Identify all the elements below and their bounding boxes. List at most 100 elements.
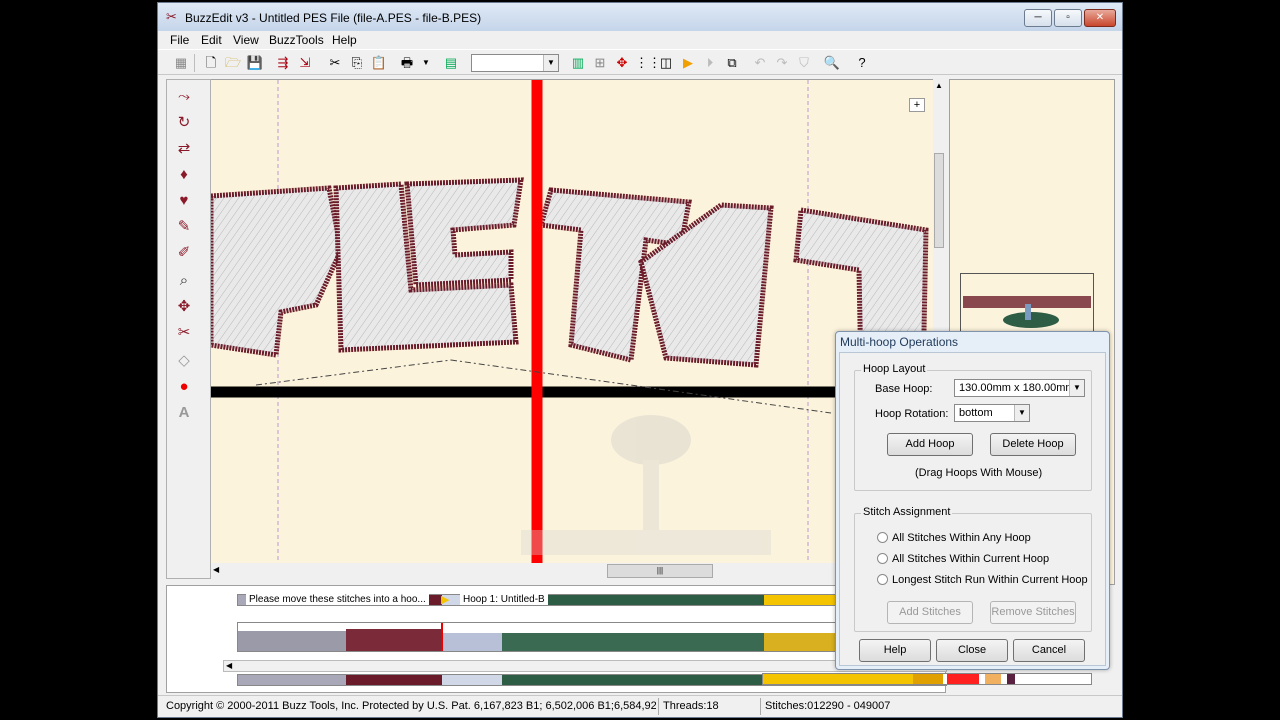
cancel-button[interactable]: Cancel (1013, 639, 1085, 662)
color-segment (502, 675, 764, 685)
scroll-up-icon[interactable]: ▲ (933, 81, 945, 93)
status-separator (658, 698, 659, 715)
merge-icon[interactable]: ⇶ (274, 54, 292, 72)
cut-icon[interactable]: ✂ (326, 54, 344, 72)
redo-icon[interactable]: ↷ (773, 54, 791, 72)
delete-hoop-button[interactable]: Delete Hoop (990, 433, 1076, 456)
window-title: BuzzEdit v3 - Untitled PES File (file-A.… (185, 11, 482, 25)
density-segment (502, 633, 764, 651)
design-canvas[interactable] (211, 79, 933, 563)
rotate-tool-icon[interactable]: ↻ (173, 112, 195, 134)
thread-color-icon[interactable]: ▤ (442, 54, 460, 72)
app-icon: ✂ (166, 9, 177, 24)
radio-current-hoop[interactable] (877, 553, 888, 564)
title-bar[interactable]: ✂ BuzzEdit v3 - Untitled PES File (file-… (158, 3, 1122, 31)
region-icon[interactable]: ◫ (657, 54, 675, 72)
density-segment (346, 629, 442, 651)
copy-icon[interactable]: ⎘ (348, 54, 366, 72)
scroll-left-icon[interactable]: ◀ (226, 661, 232, 670)
stitch-remove-icon[interactable]: ♥ (173, 190, 195, 212)
status-copyright: Copyright © 2000-2011 Buzz Tools, Inc. P… (166, 700, 656, 712)
zoom-tool-icon[interactable]: ⌕ (173, 270, 195, 292)
chevron-down-icon: ▼ (1069, 380, 1084, 396)
position-marker[interactable] (441, 623, 443, 651)
preview-thumbnail[interactable] (960, 273, 1094, 333)
stitch-move-icon[interactable]: ✎ (173, 216, 195, 238)
menu-buzztools[interactable]: BuzzTools (269, 33, 324, 47)
option-current-hoop[interactable]: All Stitches Within Current Hoop (892, 553, 1049, 565)
step-icon[interactable]: ⏵ (701, 54, 719, 72)
color-bars-icon[interactable]: ▥ (569, 54, 587, 72)
hoop-marker-icon: ▶ (441, 594, 450, 606)
horizontal-scroll-thumb[interactable]: ||| (607, 564, 713, 578)
close-window-button[interactable]: ✕ (1084, 9, 1116, 27)
connector-line (255, 359, 452, 386)
add-hoop-button[interactable]: Add Hoop (887, 433, 973, 456)
magnifier-icon[interactable]: 🔍 (823, 54, 841, 72)
gripper-icon: ▦ (174, 55, 188, 70)
hoop-layout-label: Hoop Layout (861, 363, 928, 375)
menu-file[interactable]: File (170, 33, 189, 47)
dialog-title[interactable]: Multi-hoop Operations (840, 335, 958, 349)
color-dot-icon[interactable]: ● (173, 376, 195, 398)
text-tool-icon[interactable]: A (173, 402, 195, 424)
color-segment (985, 674, 1001, 684)
insert-icon[interactable]: ⇲ (296, 54, 314, 72)
toolbar-separator (194, 54, 195, 72)
embroidery-letters (211, 177, 929, 383)
color-segment (346, 675, 442, 685)
radio-any-hoop[interactable] (877, 532, 888, 543)
add-stitches-button[interactable]: Add Stitches (887, 601, 973, 624)
timeline-hoop-label: Hoop 1: Untitled-B (460, 594, 548, 605)
menu-edit[interactable]: Edit (201, 33, 222, 47)
help-button[interactable]: Help (859, 639, 931, 662)
remove-stitches-button[interactable]: Remove Stitches (990, 601, 1076, 624)
stitch-edit-icon[interactable]: ✐ (173, 242, 195, 264)
shape-tool-icon[interactable]: ◇ (173, 350, 195, 372)
print-icon[interactable]: 🖶 (398, 54, 416, 72)
new-file-icon[interactable]: 🗋 (202, 54, 220, 72)
paste-icon[interactable]: 📋 (370, 54, 388, 72)
embroidery-canvas-svg (211, 80, 933, 563)
center-icon[interactable]: ✥ (613, 54, 631, 72)
hoop-rotation-select[interactable]: bottom ▼ (954, 404, 1030, 422)
help-pointer-icon[interactable]: ? (853, 54, 871, 72)
left-tool-palette: ⤳ ↻ ⇄ ♦ ♥ ✎ ✐ ⌕ ✥ ✂ ◇ ● A (166, 79, 211, 579)
flip-tool-icon[interactable]: ⇄ (173, 138, 195, 160)
open-folder-icon[interactable]: 🗁 (224, 54, 242, 72)
play-icon[interactable]: ▶ (679, 54, 697, 72)
scissors-tool-icon[interactable]: ✂ (173, 322, 195, 344)
windows-icon[interactable]: ⧉ (723, 54, 741, 72)
menu-view[interactable]: View (233, 33, 259, 47)
status-separator (760, 698, 761, 715)
vertical-scroll-thumb[interactable] (934, 153, 944, 248)
move-tool-icon[interactable]: ✥ (173, 296, 195, 318)
filter-icon[interactable]: ⛉ (795, 54, 813, 72)
zoom-combo[interactable]: ▼ (471, 54, 559, 72)
color-segment (913, 674, 943, 684)
drag-hint: (Drag Hoops With Mouse) (915, 467, 1043, 479)
maximize-button[interactable]: ▫ (1054, 9, 1082, 27)
close-button[interactable]: Close (936, 639, 1008, 662)
scroll-left-icon[interactable]: ◀ (213, 565, 225, 577)
stitch-add-icon[interactable]: ♦ (173, 164, 195, 186)
chevron-down-icon: ▼ (1014, 405, 1029, 421)
option-longest-run[interactable]: Longest Stitch Run Within Current Hoop (892, 574, 1088, 586)
select-tool-icon[interactable]: ⤳ (173, 86, 195, 108)
radio-longest-run[interactable] (877, 574, 888, 585)
stitch-icon[interactable]: ⋮⋮ (635, 54, 661, 72)
grid-icon[interactable]: ⊞ (591, 54, 609, 72)
option-any-hoop[interactable]: All Stitches Within Any Hoop (892, 532, 1031, 544)
zoom-in-icon[interactable]: + (909, 98, 925, 112)
timeline-note-label: Please move these stitches into a hoo... (246, 594, 429, 605)
status-bar: Copyright © 2000-2011 Buzz Tools, Inc. P… (158, 695, 1122, 717)
undo-icon[interactable]: ↶ (751, 54, 769, 72)
dialog-body: Hoop Layout Base Hoop: 130.00mm x 180.00… (839, 352, 1106, 666)
save-icon[interactable]: 💾 (246, 54, 264, 72)
base-hoop-select[interactable]: 130.00mm x 180.00mm ▼ (954, 379, 1085, 397)
preview-thumbnail-svg (963, 296, 1091, 328)
print-dropdown-icon[interactable]: ▼ (417, 54, 435, 72)
minimize-button[interactable]: ─ (1024, 9, 1052, 27)
status-threads: Threads:18 (663, 700, 719, 712)
menu-help[interactable]: Help (332, 33, 357, 47)
